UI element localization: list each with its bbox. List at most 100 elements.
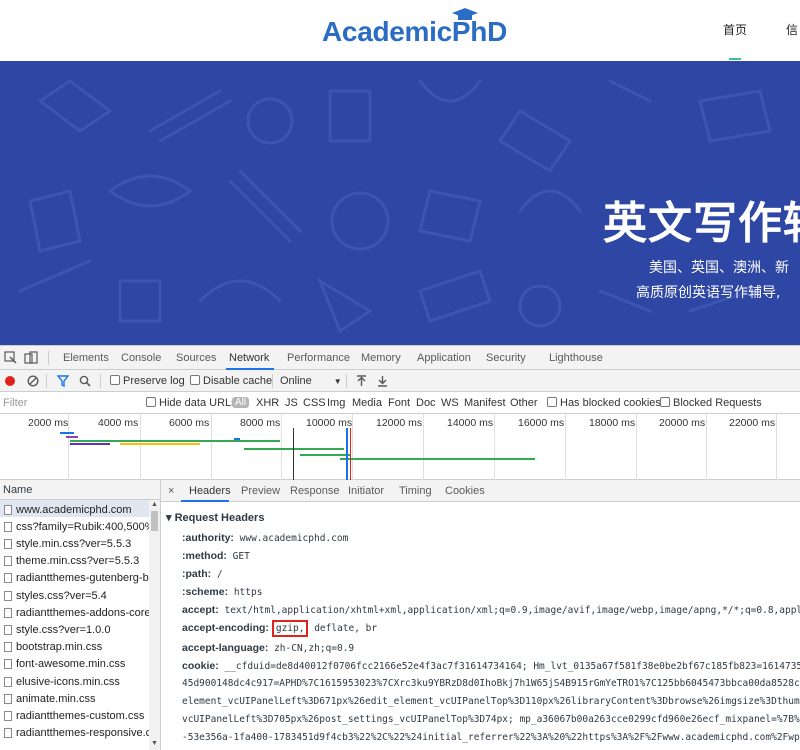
filter-type-font[interactable]: Font	[388, 397, 410, 409]
request-list-scrollbar[interactable]: ▲ ▼	[149, 500, 160, 750]
request-name: radiantthemes-addons-core.m	[16, 606, 149, 619]
toolbar-separator	[346, 374, 347, 388]
request-name: font-awesome.min.css	[16, 658, 126, 671]
hero-banner: 英文写作辅 美国、英国、澳洲、新 高质原创英语写作辅导,	[0, 61, 800, 345]
filter-type-other[interactable]: Other	[510, 397, 538, 409]
logo-text: AcademicPhD	[322, 16, 507, 47]
load-event-marker	[350, 428, 351, 480]
waterfall-bar	[300, 454, 350, 456]
timeline-tick: 18000 ms	[589, 417, 636, 429]
request-row[interactable]: radiantthemes-addons-core.m	[0, 603, 149, 620]
record-icon[interactable]	[4, 375, 16, 387]
request-row[interactable]: radiantthemes-custom.css	[0, 706, 149, 723]
import-har-icon[interactable]	[356, 375, 367, 387]
request-row[interactable]: elusive-icons.min.css	[0, 672, 149, 689]
scroll-down-arrow-icon[interactable]: ▼	[151, 740, 158, 747]
checkbox-box	[110, 375, 120, 385]
nav-next-link[interactable]: 信	[786, 21, 798, 38]
request-row[interactable]: radiantthemes-gutenberg-blo	[0, 569, 149, 586]
nav-active-indicator	[729, 58, 741, 60]
request-row[interactable]: radiantthemes-responsive.css	[0, 724, 149, 741]
request-row[interactable]: bootstrap.min.css	[0, 638, 149, 655]
tab-headers[interactable]: Headers	[189, 485, 231, 497]
checkbox-box	[547, 397, 557, 407]
tab-memory[interactable]: Memory	[361, 352, 401, 364]
request-row[interactable]: css?family=Rubik:400,500%7C	[0, 517, 149, 534]
filter-type-css[interactable]: CSS	[303, 397, 326, 409]
request-row[interactable]: theme.min.css?ver=5.5.3	[0, 552, 149, 569]
grid-line	[281, 414, 282, 480]
name-column-header[interactable]: Name	[0, 480, 160, 500]
request-row[interactable]: font-awesome.min.css	[0, 655, 149, 672]
filter-type-ws[interactable]: WS	[441, 397, 459, 409]
has-blocked-cookies-label: Has blocked cookies	[560, 397, 661, 409]
timeline-tick: 16000 ms	[518, 417, 565, 429]
file-icon	[4, 659, 12, 670]
timeline-tick: 2000 ms	[28, 417, 69, 429]
disable-cache-checkbox[interactable]: Disable cache	[190, 375, 272, 387]
tab-timing[interactable]: Timing	[399, 485, 432, 497]
tab-elements[interactable]: Elements	[63, 352, 109, 364]
search-icon[interactable]	[79, 375, 91, 387]
header-row-scheme: :scheme: https	[182, 586, 262, 598]
request-row[interactable]: style.css?ver=1.0.0	[0, 620, 149, 637]
header-value: /	[211, 569, 223, 580]
tab-application[interactable]: Application	[417, 352, 471, 364]
tab-performance[interactable]: Performance	[287, 352, 350, 364]
waterfall-bar	[66, 436, 78, 438]
request-row[interactable]: styles.css?ver=5.4	[0, 586, 149, 603]
request-row[interactable]: animate.min.css	[0, 689, 149, 706]
tab-separator	[48, 351, 49, 365]
request-name: css?family=Rubik:400,500%7C	[16, 520, 149, 533]
header-value: zh-CN,zh;q=0.9	[268, 643, 355, 654]
tab-network[interactable]: Network	[229, 352, 269, 364]
throttling-select[interactable]: Online ▼	[280, 375, 342, 387]
tab-sources[interactable]: Sources	[176, 352, 216, 364]
gzip-highlight-box: gzip,	[271, 620, 309, 637]
filter-type-media[interactable]: Media	[352, 397, 382, 409]
tab-response[interactable]: Response	[290, 485, 340, 497]
clear-icon[interactable]	[27, 375, 39, 387]
scroll-thumb[interactable]	[151, 511, 158, 531]
filter-type-xhr[interactable]: XHR	[256, 397, 279, 409]
request-row[interactable]: style.min.css?ver=5.5.3	[0, 534, 149, 551]
filter-type-manifest[interactable]: Manifest	[464, 397, 506, 409]
tab-preview[interactable]: Preview	[241, 485, 280, 497]
network-overview-timeline[interactable]: 2000 ms 4000 ms 6000 ms 8000 ms 10000 ms…	[0, 414, 800, 480]
waterfall-bar	[340, 458, 535, 460]
grid-line	[636, 414, 637, 480]
tab-security[interactable]: Security	[486, 352, 526, 364]
devtools-tab-bar: Elements Console Sources Network Perform…	[0, 346, 800, 370]
export-har-icon[interactable]	[377, 375, 388, 387]
tab-lighthouse[interactable]: Lighthouse	[549, 352, 603, 364]
device-toolbar-icon[interactable]	[24, 351, 38, 364]
nav-home-link[interactable]: 首页	[723, 21, 747, 38]
cookie-continuation: 45d900148dc4c917=APHD%7C1615953023%7CXrc…	[182, 678, 800, 689]
header-key: accept:	[182, 604, 219, 616]
grid-line	[352, 414, 353, 480]
preserve-log-checkbox[interactable]: Preserve log	[110, 375, 185, 387]
header-row-cookie: cookie: __cfduid=de8d40012f0706fcc2166e5…	[182, 660, 800, 672]
filter-type-doc[interactable]: Doc	[416, 397, 436, 409]
close-icon[interactable]: ×	[168, 485, 174, 497]
blocked-requests-checkbox[interactable]: Blocked Requests	[660, 397, 762, 409]
file-icon	[4, 624, 12, 635]
toolbar-separator	[272, 374, 273, 388]
tab-initiator[interactable]: Initiator	[348, 485, 384, 497]
disable-cache-label: Disable cache	[203, 375, 273, 387]
filter-input[interactable]: Filter	[3, 397, 27, 409]
scroll-up-arrow-icon[interactable]: ▲	[151, 501, 158, 508]
timeline-tick: 4000 ms	[98, 417, 139, 429]
has-blocked-cookies-checkbox[interactable]: Has blocked cookies	[547, 397, 661, 409]
filter-all-button[interactable]: All	[232, 397, 250, 408]
filter-type-img[interactable]: Img	[327, 397, 345, 409]
request-headers-section-title[interactable]: ▾ Request Headers	[166, 511, 264, 524]
inspect-element-icon[interactable]	[4, 351, 17, 364]
request-row[interactable]: www.academicphd.com	[0, 500, 149, 518]
tab-console[interactable]: Console	[121, 352, 161, 364]
tab-cookies[interactable]: Cookies	[445, 485, 485, 497]
hide-data-urls-checkbox[interactable]: Hide data URLs	[146, 397, 237, 409]
site-logo[interactable]: AcademicPhD	[322, 8, 507, 48]
filter-type-js[interactable]: JS	[285, 397, 298, 409]
filter-icon[interactable]	[57, 375, 69, 387]
